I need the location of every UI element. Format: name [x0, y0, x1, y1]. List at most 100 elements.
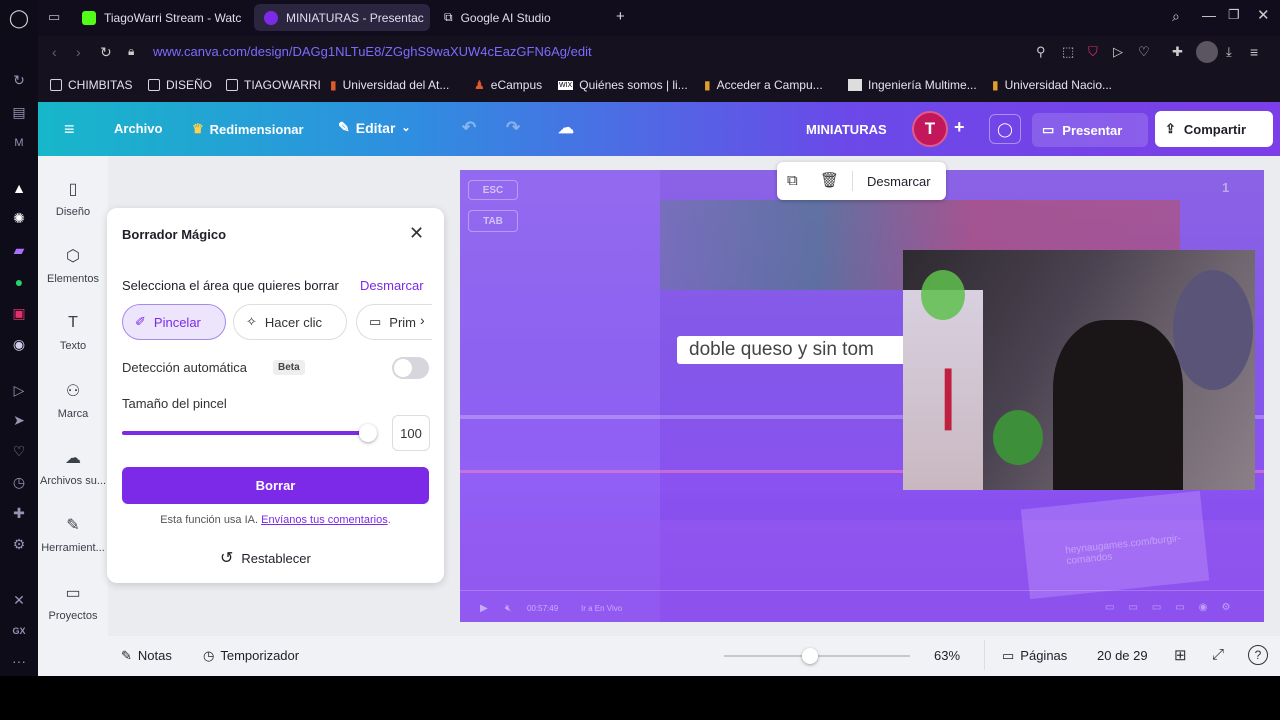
bookmark-folder[interactable]: DISEÑO: [148, 78, 212, 92]
nav-marca[interactable]: ⚇ Marca: [38, 380, 108, 420]
mute-icon[interactable]: 🔇︎: [505, 603, 511, 614]
redimensionar-button[interactable]: ♛ Redimensionar: [192, 121, 304, 137]
bookmark-link[interactable]: ▮ Universidad Nacio...: [992, 78, 1112, 92]
bookmark-link[interactable]: Ingeniería Multime...: [848, 78, 977, 92]
feedback-link[interactable]: Envíanos tus comentarios: [261, 514, 388, 526]
nav-diseno[interactable]: ▯ Diseño: [38, 178, 108, 218]
send-icon[interactable]: ➤: [9, 410, 29, 430]
archivo-button[interactable]: Archivo: [114, 121, 162, 136]
nav-elementos[interactable]: ⬡ Elementos: [38, 245, 108, 285]
tab-canva[interactable]: MINIATURAS - Presentac: [254, 4, 430, 31]
trash-icon[interactable]: 🗑︎: [820, 171, 839, 189]
zoom-level[interactable]: 63%: [934, 648, 960, 663]
minimize-icon[interactable]: —: [1202, 7, 1216, 23]
presentar-button[interactable]: ▭ Presentar: [1032, 113, 1148, 147]
bookmark-folder[interactable]: TIAGOWARRI: [226, 78, 321, 92]
instagram-icon[interactable]: ▣: [9, 303, 29, 323]
bookmark-link[interactable]: ▮ Acceder a Campu...: [704, 78, 823, 92]
auto-detect-toggle[interactable]: [392, 357, 429, 379]
downloads-icon[interactable]: ⤓: [1226, 44, 1232, 60]
compartir-button[interactable]: ⇪ Compartir: [1155, 111, 1273, 147]
tab-menu-icon[interactable]: ▭: [48, 9, 66, 27]
mode-hacer-clic[interactable]: ✧ Hacer clic: [233, 304, 347, 340]
mode-pincelar[interactable]: ✐ Pincelar: [122, 304, 226, 340]
pin-icon[interactable]: ⚲: [1036, 44, 1046, 60]
brush-size-input[interactable]: 100: [392, 415, 430, 451]
zoom-slider[interactable]: [724, 648, 910, 664]
webcam-image[interactable]: ❘: [903, 250, 1255, 490]
desmarcar-toolbar-button[interactable]: Desmarcar: [867, 174, 931, 189]
main-menu-icon[interactable]: ≡: [64, 119, 75, 140]
borrar-button[interactable]: Borrar: [122, 467, 429, 504]
heart-icon[interactable]: ♡: [1138, 44, 1150, 60]
snapshot-icon[interactable]: ⬚: [1062, 44, 1074, 60]
chatgpt-icon[interactable]: ✺: [9, 208, 29, 228]
clock-icon[interactable]: ◷: [9, 472, 29, 492]
nav-texto[interactable]: T Texto: [38, 312, 108, 352]
play-icon[interactable]: ▶: [480, 603, 488, 614]
restore-icon[interactable]: ❐: [1228, 7, 1240, 23]
whatsapp-icon[interactable]: ●: [9, 272, 29, 292]
notas-button[interactable]: ✎ Notas: [121, 648, 172, 664]
player-controls-icons[interactable]: ▭▭▭▭◉⚙: [1105, 602, 1244, 613]
heart-icon[interactable]: ♡: [9, 441, 29, 461]
restablecer-button[interactable]: ↺ Restablecer: [220, 548, 311, 568]
chevron-right-icon[interactable]: ›: [420, 312, 425, 328]
gx-icon[interactable]: ✕: [9, 590, 29, 610]
close-window-icon[interactable]: ✕: [1257, 6, 1270, 24]
comments-button[interactable]: ◯: [989, 114, 1021, 144]
nav-herramientas[interactable]: ✎ Herramient...: [38, 514, 108, 554]
zoom-handle[interactable]: [801, 648, 818, 664]
grid-view-icon[interactable]: ⊞: [1174, 646, 1187, 664]
design-canvas[interactable]: ESC TAB doble queso y sin tom ❘ heynauga…: [460, 170, 1264, 622]
player-icon[interactable]: ▷: [9, 380, 29, 400]
new-tab-icon[interactable]: +: [616, 8, 625, 25]
opera-logo-icon[interactable]: ◯: [9, 8, 29, 28]
twitch-icon[interactable]: ▰: [9, 240, 29, 260]
tab-kick[interactable]: TiagoWarri Stream - Watc: [72, 4, 282, 31]
temporizador-button[interactable]: ◷ Temporizador: [203, 648, 299, 664]
forward-icon[interactable]: ›: [76, 44, 81, 60]
player-icon[interactable]: ▷: [1113, 44, 1123, 60]
menu-icon[interactable]: ≡: [1250, 44, 1258, 60]
back-icon[interactable]: ‹: [52, 44, 57, 60]
player-progress[interactable]: [460, 590, 1264, 591]
add-people-icon[interactable]: +: [954, 117, 965, 138]
history-icon[interactable]: ↻: [9, 70, 29, 90]
help-icon[interactable]: ?: [1248, 645, 1268, 665]
more-icon[interactable]: ···: [9, 651, 29, 671]
search-icon[interactable]: ⌕: [1172, 8, 1180, 25]
url-field[interactable]: www.canva.com/design/DAGg1NLTuE8/ZGghS9w…: [153, 44, 592, 59]
reload-icon[interactable]: ↻: [100, 44, 112, 61]
profile-avatar[interactable]: [1196, 41, 1218, 63]
settings-icon[interactable]: ⚙: [9, 534, 29, 554]
nav-archivos[interactable]: ☁ Archivos su...: [38, 447, 108, 487]
editar-button[interactable]: ✎ Editar ⌄: [338, 119, 411, 136]
live-label[interactable]: Ir a En Vivo: [581, 604, 622, 613]
cloud-saved-icon[interactable]: ☁: [558, 118, 574, 138]
undo-icon[interactable]: ↶: [462, 118, 476, 138]
brush-size-slider[interactable]: [122, 424, 377, 442]
bookmark-link[interactable]: WIX Quiénes somos | li...: [558, 78, 688, 92]
close-icon[interactable]: ✕: [409, 223, 424, 244]
document-title[interactable]: MINIATURAS: [806, 122, 887, 137]
bookmark-link[interactable]: ▮ Universidad del At...: [330, 78, 449, 92]
tab-ai-studio[interactable]: ⧉ Google AI Studio: [434, 4, 614, 31]
aria-icon[interactable]: ▲: [9, 178, 29, 198]
extensions-icon[interactable]: ✚: [9, 503, 29, 523]
nav-proyectos[interactable]: ▭ Proyectos: [38, 582, 108, 622]
mail-icon[interactable]: M: [9, 133, 29, 153]
redo-icon[interactable]: ↷: [506, 118, 520, 138]
avatar[interactable]: T: [912, 111, 948, 147]
duplicate-icon[interactable]: ⧉: [787, 172, 798, 189]
desmarcar-link[interactable]: Desmarcar: [360, 278, 424, 293]
discord-icon[interactable]: ◉: [9, 334, 29, 354]
extensions-icon[interactable]: ✚: [1172, 44, 1183, 60]
pinboard-icon[interactable]: ▤: [9, 102, 29, 122]
vpn-icon[interactable]: ⛉: [1088, 44, 1098, 60]
bookmark-folder[interactable]: CHIMBITAS: [50, 78, 132, 92]
paginas-button[interactable]: ▭ Páginas: [1002, 648, 1067, 664]
slider-handle[interactable]: [359, 424, 377, 442]
fullscreen-icon[interactable]: ⤢: [1212, 646, 1224, 663]
gx-corner-icon[interactable]: GX: [9, 621, 29, 641]
